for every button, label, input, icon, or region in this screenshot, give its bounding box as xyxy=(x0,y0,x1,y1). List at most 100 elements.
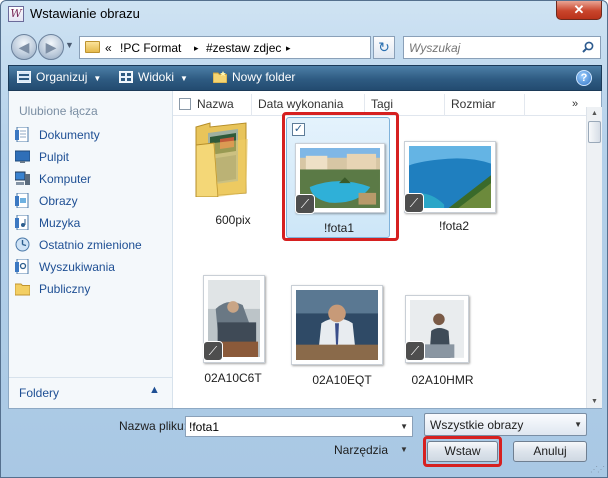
public-folder-icon xyxy=(15,283,30,296)
filename-input[interactable] xyxy=(186,417,391,436)
chevron-up-icon: ▲ xyxy=(149,384,160,396)
chevron-down-icon: ▼ xyxy=(93,74,102,83)
highlight-frame xyxy=(423,436,502,467)
file-type-value: Wszystkie obrazy xyxy=(430,418,524,432)
recent-icon xyxy=(15,237,30,252)
breadcrumb-pc-format[interactable]: !PC Format xyxy=(120,41,181,55)
recent-pages-dropdown[interactable]: ▼ xyxy=(65,40,74,50)
music-icon xyxy=(15,215,29,230)
scroll-down-icon[interactable]: ▼ xyxy=(589,396,600,407)
breadcrumb-separator-icon[interactable]: ▸ xyxy=(194,43,199,54)
sidebar-item-label: Ostatnio zmienione xyxy=(39,238,142,252)
main-content: Ulubione łącza Dokumenty Pulpit Komputer xyxy=(8,91,602,409)
address-bar[interactable]: « !PC Format ▸ #zestaw zdjec ▸ ▼ xyxy=(79,36,445,59)
column-name[interactable]: Nazwa xyxy=(173,94,252,116)
column-size[interactable]: Rozmiar xyxy=(445,94,525,116)
forward-arrow-icon: ▶ xyxy=(45,39,57,55)
views-menu[interactable]: Widoki ▼ xyxy=(119,70,188,84)
sidebar-item-label: Publiczny xyxy=(39,282,91,296)
searches-icon xyxy=(15,259,29,274)
sidebar-item-music[interactable]: Muzyka xyxy=(15,213,171,233)
file-item-02a10c6t[interactable]: ⟋ 02A10C6T xyxy=(177,271,289,393)
edit-icon: ⟋ xyxy=(203,341,223,361)
highlight-frame xyxy=(282,112,399,241)
help-icon[interactable]: ? xyxy=(576,70,592,86)
documents-icon xyxy=(15,127,29,142)
sidebar-item-recently-changed[interactable]: Ostatnio zmienione xyxy=(15,235,171,255)
sidebar-item-pictures[interactable]: Obrazy xyxy=(15,191,171,211)
pictures-icon xyxy=(15,193,29,208)
edit-icon: ⟋ xyxy=(404,193,424,213)
views-icon xyxy=(119,71,133,83)
chevron-down-icon: ▼ xyxy=(180,74,188,83)
file-item-600pix[interactable]: 600pix xyxy=(177,117,289,239)
new-folder-label: Nowy folder xyxy=(232,70,296,84)
refresh-button[interactable]: ↻ xyxy=(373,36,395,59)
file-name: 600pix xyxy=(215,213,251,227)
scroll-up-icon[interactable]: ▲ xyxy=(589,108,600,119)
sidebar-item-label: Komputer xyxy=(39,172,92,186)
folder-icon xyxy=(195,122,248,197)
views-label: Widoki xyxy=(138,70,175,84)
organize-label: Organizuj xyxy=(36,70,88,84)
bottom-panel: Nazwa pliku: ▼ Wszystkie obrazy ▼ Narzęd… xyxy=(1,409,607,477)
insert-picture-dialog: W Wstawianie obrazu ✕ ◀ ▶ ▼ « !PC Format… xyxy=(0,0,608,478)
file-type-select[interactable]: Wszystkie obrazy ▼ xyxy=(424,413,587,436)
organize-menu[interactable]: Organizuj ▼ xyxy=(17,70,101,84)
select-all-checkbox[interactable] xyxy=(179,98,191,110)
new-folder-icon xyxy=(213,71,227,83)
sidebar-item-searches[interactable]: Wyszukiwania xyxy=(15,257,171,277)
folders-toggle[interactable]: Foldery ▲ xyxy=(9,377,172,408)
sidebar-item-public[interactable]: Publiczny xyxy=(15,279,171,299)
filename-field[interactable]: ▼ xyxy=(185,416,413,437)
vertical-scrollbar[interactable]: ▲ ▼ xyxy=(586,107,602,408)
tools-menu[interactable]: Narzędzia xyxy=(334,443,388,457)
folders-label: Foldery xyxy=(19,386,60,400)
back-button[interactable]: ◀ xyxy=(11,34,37,60)
computer-icon xyxy=(15,171,30,185)
file-item-02a10eqt[interactable]: 02A10EQT xyxy=(286,271,398,393)
more-columns-icon[interactable]: » xyxy=(572,98,578,110)
file-list-pane: Nazwa Data wykonania Tagi Rozmiar » ▲ ▼ xyxy=(173,91,602,408)
file-name: 02A10HMR xyxy=(411,373,474,387)
chevron-down-icon[interactable]: ▼ xyxy=(400,445,408,454)
column-name-label: Nazwa xyxy=(197,97,234,111)
image-thumbnail xyxy=(291,285,383,365)
new-folder-button[interactable]: Nowy folder xyxy=(213,70,295,84)
chevron-down-icon[interactable]: ▼ xyxy=(400,422,408,431)
favorite-links-heading: Ulubione łącza xyxy=(19,104,98,118)
folder-icon xyxy=(85,41,100,53)
breadcrumb-zestaw-zdjec[interactable]: #zestaw zdjec xyxy=(206,41,281,55)
search-box[interactable] xyxy=(403,36,601,59)
sidebar-item-label: Obrazy xyxy=(39,194,78,208)
title-bar[interactable]: W Wstawianie obrazu ✕ xyxy=(1,1,607,27)
breadcrumb-separator-icon[interactable]: ▸ xyxy=(286,43,291,54)
file-name: 02A10EQT xyxy=(312,373,372,387)
sidebar-item-desktop[interactable]: Pulpit xyxy=(15,147,171,167)
refresh-icon: ↻ xyxy=(378,39,390,55)
file-item-02a10hmr[interactable]: ⟋ 02A10HMR xyxy=(395,271,507,393)
forward-button[interactable]: ▶ xyxy=(38,34,64,60)
sidebar-item-label: Pulpit xyxy=(39,150,70,164)
scroll-thumb[interactable] xyxy=(588,121,601,143)
search-icon[interactable] xyxy=(582,41,594,53)
word-app-icon: W xyxy=(8,6,24,22)
close-button[interactable]: ✕ xyxy=(556,1,602,20)
resize-grip-icon[interactable]: ⋰⋰ xyxy=(590,465,605,474)
photo-businessman-phone xyxy=(296,290,378,361)
file-item-fota2[interactable]: ⟋ !fota2 xyxy=(398,117,510,239)
edit-icon: ⟋ xyxy=(405,341,425,361)
filename-label: Nazwa pliku: xyxy=(119,419,188,433)
chevron-down-icon: ▼ xyxy=(574,420,582,429)
window-title: Wstawianie obrazu xyxy=(30,6,140,21)
address-row: ◀ ▶ ▼ « !PC Format ▸ #zestaw zdjec ▸ ▼ ↻ xyxy=(1,28,607,62)
breadcrumb-overflow[interactable]: « xyxy=(105,41,112,55)
sidebar-item-documents[interactable]: Dokumenty xyxy=(15,125,171,145)
file-name: 02A10C6T xyxy=(204,371,262,385)
search-input[interactable] xyxy=(404,37,574,58)
sidebar-item-computer[interactable]: Komputer xyxy=(15,169,171,189)
command-toolbar: Organizuj ▼ Widoki ▼ Nowy folder ? xyxy=(8,65,602,91)
cancel-button[interactable]: Anuluj xyxy=(513,441,587,462)
sidebar-item-label: Dokumenty xyxy=(39,128,100,142)
desktop-icon xyxy=(15,150,30,163)
